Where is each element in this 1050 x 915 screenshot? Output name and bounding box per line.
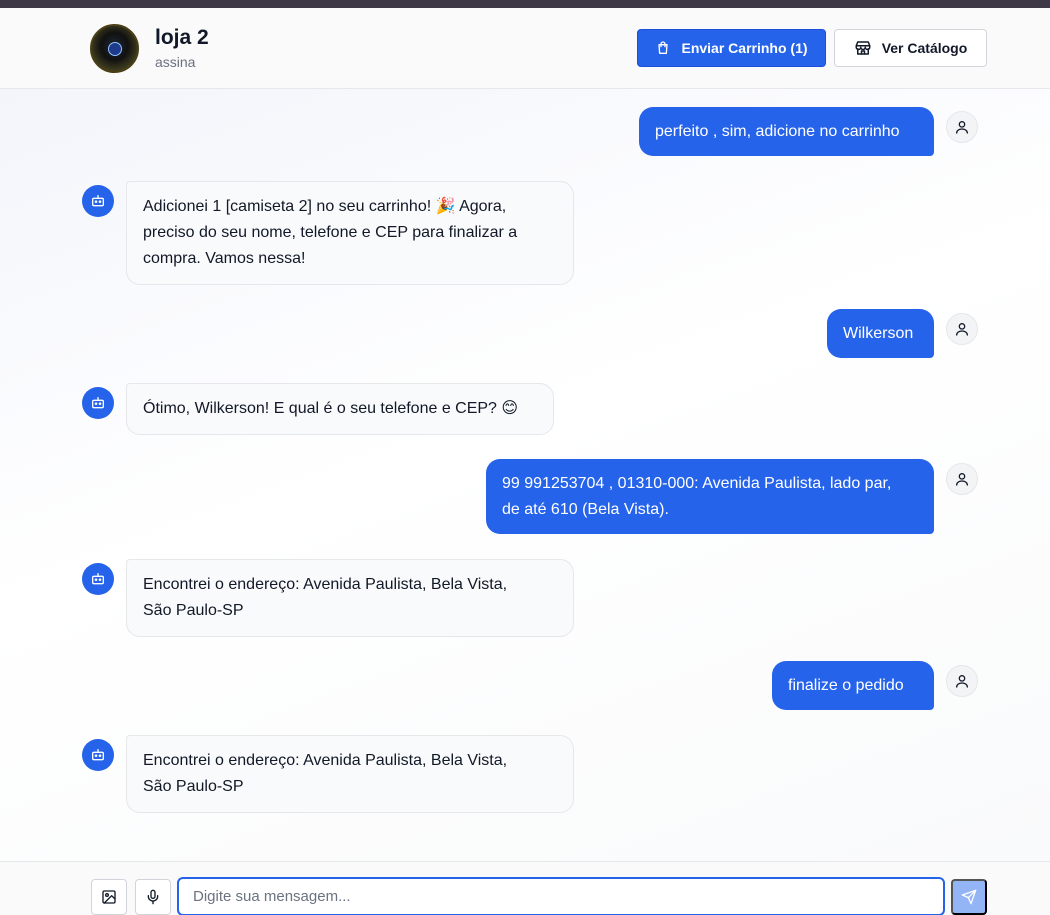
user-avatar xyxy=(946,111,978,143)
chat-messages[interactable]: perfeito , sim, adicione no carrinho Adi… xyxy=(0,89,1050,861)
user-message: 99 991253704 , 01310-000: Avenida Paulis… xyxy=(486,459,934,534)
bot-icon xyxy=(92,573,104,585)
bot-message: Ótimo, Wilkerson! E qual é o seu telefon… xyxy=(126,383,554,435)
store-name: loja 2 xyxy=(155,26,209,49)
store-icon xyxy=(855,41,871,55)
chat-header: loja 2 assina Enviar Carrinho (1) Ver Ca… xyxy=(0,8,1050,89)
bot-avatar xyxy=(82,387,114,419)
bot-icon xyxy=(92,397,104,409)
user-message: finalize o pedido xyxy=(772,661,934,710)
user-avatar xyxy=(946,463,978,495)
message-input[interactable] xyxy=(177,877,945,915)
send-icon xyxy=(961,889,977,905)
bot-icon xyxy=(92,749,104,761)
store-subtitle: assina xyxy=(155,54,196,70)
message-text: perfeito , sim, adicione no carrinho xyxy=(655,123,900,140)
send-message-button[interactable] xyxy=(951,879,987,915)
message-text: finalize o pedido xyxy=(788,677,904,694)
message-line: 99 991253704 , 01310-000: Avenida Paulis… xyxy=(502,475,892,492)
shopping-bag-icon xyxy=(658,41,669,54)
message-line: preciso do seu nome, telefone e CEP para… xyxy=(143,224,518,241)
send-cart-label: Enviar Carrinho (1) xyxy=(681,40,808,56)
user-message: Wilkerson xyxy=(827,309,934,358)
user-icon xyxy=(956,675,968,688)
bot-avatar xyxy=(82,739,114,771)
bot-icon xyxy=(92,195,104,207)
message-line: Encontrei o endereço: Avenida Paulista, … xyxy=(143,576,508,593)
window-top-strip xyxy=(0,0,1050,8)
bot-message: Adicionei 1 [camiseta 2] no seu carrinho… xyxy=(126,181,574,285)
message-line: de até 610 (Bela Vista). xyxy=(502,501,669,518)
view-catalog-button[interactable]: Ver Catálogo xyxy=(834,29,987,67)
image-icon xyxy=(102,890,116,904)
message-line: Encontrei o endereço: Avenida Paulista, … xyxy=(143,752,508,769)
attach-image-button[interactable] xyxy=(91,879,127,915)
bot-avatar xyxy=(82,185,114,217)
user-icon xyxy=(956,473,968,486)
user-avatar xyxy=(946,313,978,345)
message-line: Ótimo, Wilkerson! E qual é o seu telefon… xyxy=(143,400,519,417)
message-composer xyxy=(0,861,1050,915)
bot-message: Encontrei o endereço: Avenida Paulista, … xyxy=(126,735,574,813)
bot-avatar xyxy=(82,563,114,595)
microphone-icon xyxy=(147,889,159,905)
bot-message: Encontrei o endereço: Avenida Paulista, … xyxy=(126,559,574,637)
user-message: perfeito , sim, adicione no carrinho xyxy=(639,107,934,156)
message-line: São Paulo-SP xyxy=(143,778,244,795)
voice-record-button[interactable] xyxy=(135,879,171,915)
user-icon xyxy=(956,121,968,134)
message-line: São Paulo-SP xyxy=(143,602,244,619)
user-icon xyxy=(956,323,968,336)
message-line: Adicionei 1 [camiseta 2] no seu carrinho… xyxy=(143,198,507,215)
message-text: Wilkerson xyxy=(843,325,914,342)
store-avatar xyxy=(90,24,139,73)
message-line: compra. Vamos nessa! xyxy=(143,250,306,267)
view-catalog-label: Ver Catálogo xyxy=(881,40,968,56)
send-cart-button[interactable]: Enviar Carrinho (1) xyxy=(637,29,826,67)
user-avatar xyxy=(946,665,978,697)
